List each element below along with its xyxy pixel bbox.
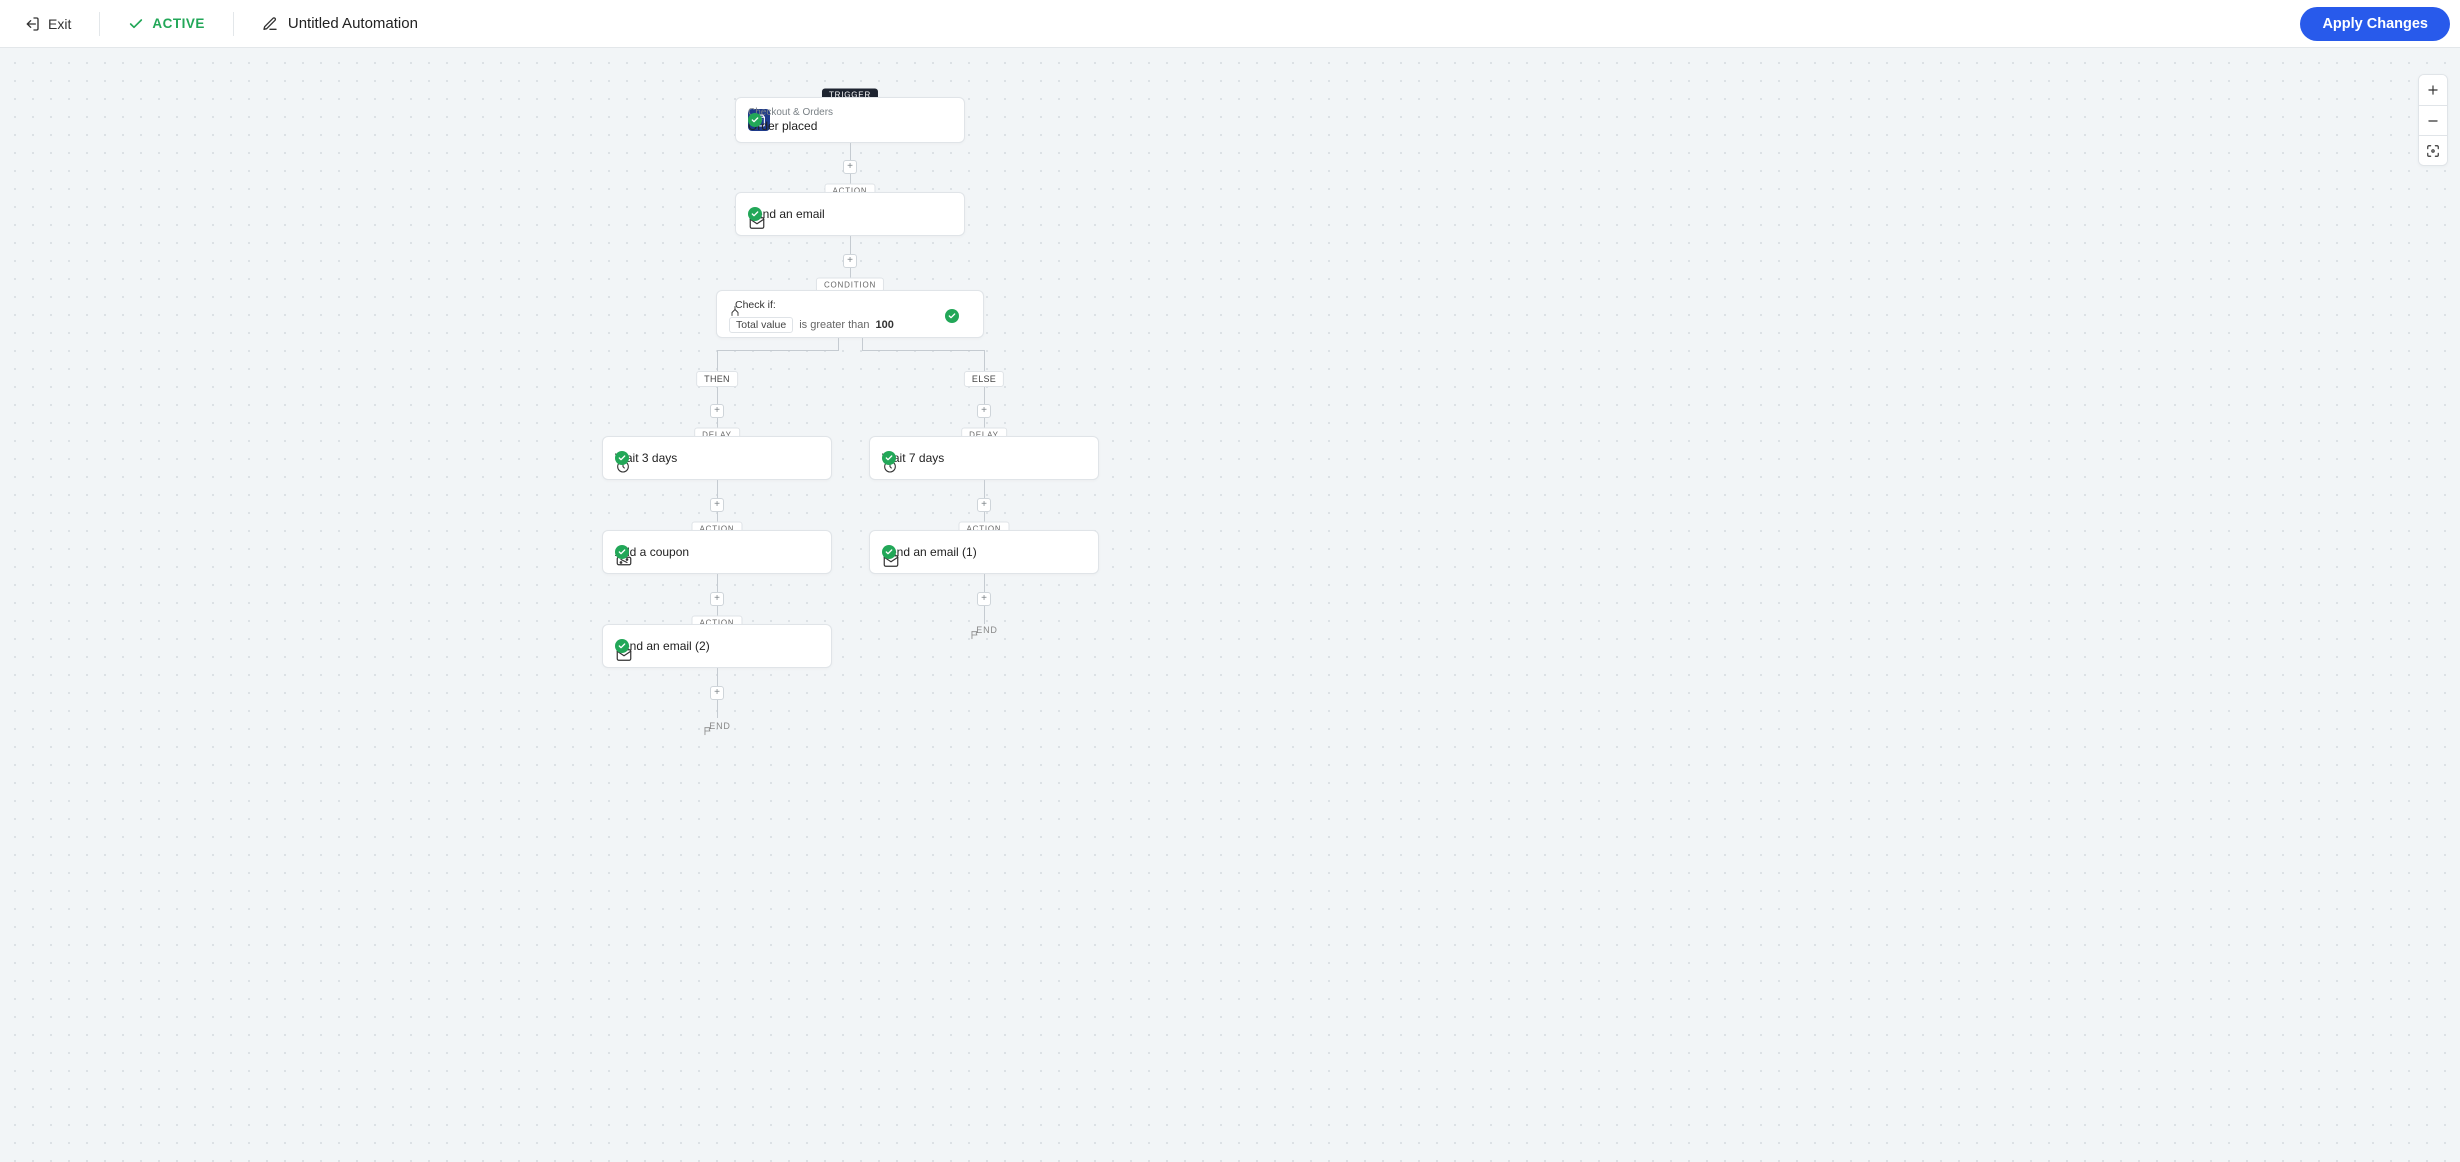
connector: [984, 350, 985, 436]
node-delay-then[interactable]: Wait 3 days: [602, 436, 832, 480]
check-icon: [128, 16, 144, 32]
status-ok-icon: [748, 207, 762, 221]
status-ok-icon: [615, 451, 629, 465]
top-bar: Exit ACTIVE Untitled Automation Apply Ch…: [0, 0, 2460, 48]
condition-value: 100: [876, 319, 894, 331]
automation-title-text: Untitled Automation: [288, 15, 418, 32]
node-label: Send an email (1): [882, 545, 977, 559]
add-step-button[interactable]: +: [977, 498, 991, 512]
exit-button[interactable]: Exit: [10, 8, 85, 40]
condition-check-label: Check if:: [735, 299, 776, 311]
status-ok-icon: [882, 545, 896, 559]
end-label: END: [976, 625, 997, 635]
end-else: END: [970, 625, 997, 635]
status-toggle[interactable]: ACTIVE: [114, 8, 219, 40]
automation-title[interactable]: Untitled Automation: [248, 8, 432, 40]
end-label: END: [709, 721, 730, 731]
apply-changes-button[interactable]: Apply Changes: [2300, 7, 2450, 41]
add-step-button[interactable]: +: [710, 404, 724, 418]
connector: [717, 350, 839, 351]
node-send-email[interactable]: Send an email: [735, 192, 965, 236]
end-then: END: [703, 721, 730, 731]
node-send-email-2[interactable]: Send an email (2): [602, 624, 832, 668]
add-step-button[interactable]: +: [843, 160, 857, 174]
connector: [862, 350, 985, 351]
add-step-button[interactable]: +: [710, 592, 724, 606]
status-label: ACTIVE: [152, 16, 205, 31]
divider: [99, 12, 100, 36]
node-trigger[interactable]: Checkout & Orders Order placed: [735, 97, 965, 143]
path-then: THEN: [696, 371, 738, 387]
status-ok-icon: [882, 451, 896, 465]
path-else: ELSE: [964, 371, 1004, 387]
add-step-button[interactable]: +: [710, 686, 724, 700]
exit-icon: [24, 16, 40, 32]
condition-operator: is greater than: [799, 319, 869, 331]
node-condition[interactable]: Check if: Total value is greater than 10…: [716, 290, 984, 338]
add-step-button[interactable]: +: [843, 254, 857, 268]
node-delay-else[interactable]: Wait 7 days: [869, 436, 1099, 480]
add-step-button[interactable]: +: [977, 592, 991, 606]
add-step-button[interactable]: +: [977, 404, 991, 418]
connector: [862, 338, 863, 350]
node-label: Send an email (2): [615, 639, 710, 653]
connector: [838, 338, 839, 350]
divider: [233, 12, 234, 36]
status-ok-icon: [615, 545, 629, 559]
status-ok-icon: [748, 113, 762, 127]
edit-icon: [262, 16, 278, 32]
automation-canvas[interactable]: TRIGGER Checkout & Orders Order placed +…: [0, 48, 2460, 1162]
condition-field: Total value: [729, 317, 793, 333]
node-send-email-1[interactable]: Send an email (1): [869, 530, 1099, 574]
exit-label: Exit: [48, 16, 71, 32]
flow: TRIGGER Checkout & Orders Order placed +…: [0, 48, 2460, 1162]
connector: [717, 350, 718, 436]
status-ok-icon: [615, 639, 629, 653]
node-add-coupon[interactable]: Add a coupon: [602, 530, 832, 574]
add-step-button[interactable]: +: [710, 498, 724, 512]
